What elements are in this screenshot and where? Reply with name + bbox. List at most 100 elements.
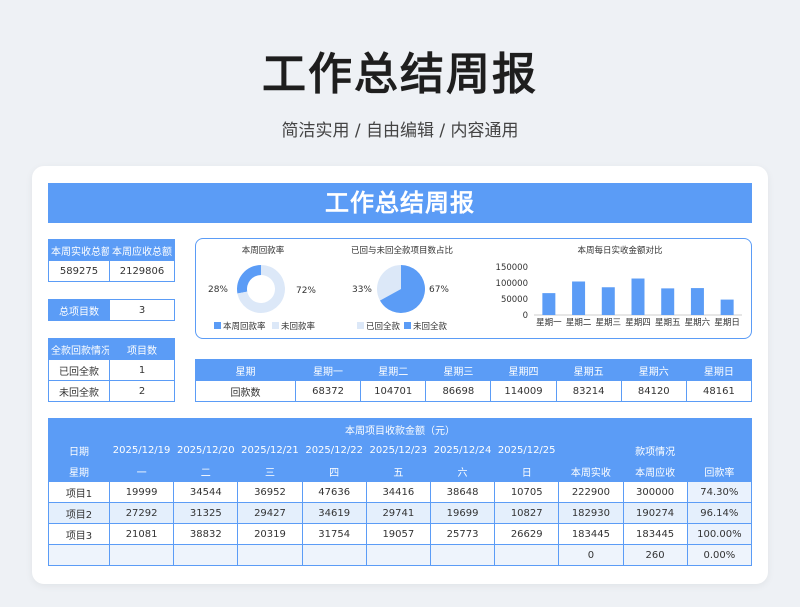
bar [720,299,734,315]
legend-label: 已回全款 [366,321,401,332]
detail-weekday: 六 [429,460,496,482]
project-cell[interactable]: 29741 [365,502,431,524]
full-payment-row-label: 已回全款 [48,359,110,381]
project-rate[interactable]: 100.00% [686,523,753,545]
detail-title: 本周项目收款金额（元） [48,418,752,440]
project-due[interactable]: 300000 [622,481,688,503]
project-count-table: 总项目数 3 [48,299,175,321]
weekly-value[interactable]: 114009 [490,380,557,402]
project-cell[interactable] [365,544,431,566]
project-cell[interactable]: 19699 [429,502,496,524]
weekly-value[interactable]: 84120 [620,380,687,402]
project-cell[interactable] [108,544,175,566]
bar-chart: 0 50000 100000 150000 星期一 星期二 星期三 星期四 星期五 星期六 星期日 [496,263,742,328]
project-actual[interactable]: 182930 [558,502,624,524]
x-tick-label: 星期五 [655,318,681,328]
weekly-row-label: 回款数 [195,380,296,402]
project-cell[interactable]: 19057 [365,523,431,545]
weekly-value[interactable]: 104701 [360,380,427,402]
hero-title: 工作总结周报 [262,49,538,100]
table-row: 项目2 27292 31325 29427 34619 29741 19699 … [48,502,753,524]
detail-date: 2025/12/19 [108,439,175,461]
project-cell[interactable]: 10827 [494,502,560,524]
x-tick-label: 星期六 [685,317,711,328]
project-cell[interactable]: 31325 [173,502,239,524]
full-payment-row-count[interactable]: 2 [109,380,175,402]
full-payment-row-label: 未回全款 [48,380,110,402]
detail-weekday: 二 [173,460,239,482]
table-row: 0 260 0.00% [48,544,753,566]
bar [572,281,586,315]
project-cell[interactable]: 20319 [237,523,303,545]
weekly-value[interactable]: 86698 [425,380,492,402]
weekly-day-header: 星期一 [294,359,362,381]
detail-col-rate: 回款率 [686,460,753,482]
totals-table: 本周实收总额 本周应收总额 589275 2129806 [48,239,175,282]
legend-label: 本周回款率 [223,321,266,332]
bar [601,287,615,315]
project-rate[interactable]: 96.14% [686,502,753,524]
x-tick-label: 星期二 [566,318,592,328]
project-cell[interactable]: 21081 [108,523,175,545]
project-actual[interactable]: 183445 [558,523,624,545]
project-cell[interactable]: 31754 [301,523,367,545]
x-tick-label: 星期一 [536,318,562,328]
project-cell[interactable]: 34619 [301,502,367,524]
project-cell[interactable] [301,544,367,566]
donut-rate-right-label: 72% [296,286,316,296]
project-cell[interactable]: 34544 [173,481,239,503]
project-cell[interactable]: 38832 [173,523,239,545]
project-due[interactable]: 260 [622,544,688,566]
project-cell[interactable]: 34416 [365,481,431,503]
detail-weekday: 一 [108,460,175,482]
charts-panel: 本周回款率 28% 72% 本周回款率 未回款率 已回与未回全款项目数占比 33… [195,238,752,339]
weekly-table: 星期 星期一 星期二 星期三 星期四 星期五 星期六 星期日 回款数 68372… [195,359,753,402]
bar-chart-title: 本周每日实收金额对比 [577,245,662,256]
project-actual[interactable]: 222900 [558,481,624,503]
project-cell[interactable] [173,544,239,566]
detail-weekday: 五 [365,460,431,482]
pie-projects-left-label: 33% [352,285,372,295]
legend-swatch [404,322,411,329]
due-total-value[interactable]: 2129806 [109,260,175,282]
detail-weekday-label: 星期 [48,460,110,482]
full-payment-table: 全款回款情况 项目数 已回全款 1 未回全款 2 [48,338,175,402]
project-cell[interactable]: 47636 [301,481,367,503]
project-cell[interactable]: 26629 [494,523,560,545]
weekly-value[interactable]: 68372 [294,380,362,402]
project-cell[interactable]: 19999 [108,481,175,503]
bar [631,278,645,315]
project-cell[interactable] [429,544,496,566]
project-count-label: 总项目数 [48,299,110,321]
project-actual[interactable]: 0 [558,544,624,566]
full-payment-count-header: 项目数 [109,338,175,360]
project-rate[interactable]: 0.00% [686,544,753,566]
project-due[interactable]: 190274 [622,502,688,524]
project-detail-table: 本周项目收款金额（元） 日期 2025/12/19 2025/12/20 202… [48,418,753,566]
legend-swatch [214,322,221,329]
due-total-label: 本周应收总额 [109,239,175,261]
detail-date: 2025/12/20 [173,439,239,461]
actual-total-value[interactable]: 589275 [48,260,110,282]
project-cell[interactable]: 38648 [429,481,496,503]
donut-rate-slice-received [237,265,261,294]
project-cell[interactable]: 10705 [494,481,560,503]
weekly-value[interactable]: 83214 [555,380,622,402]
project-count-value[interactable]: 3 [109,299,175,321]
project-cell[interactable] [237,544,303,566]
project-rate[interactable]: 74.30% [686,481,753,503]
y-tick-label: 100000 [496,279,528,289]
y-tick-label: 50000 [501,295,528,305]
detail-date: 2025/12/21 [237,439,303,461]
project-cell[interactable]: 25773 [429,523,496,545]
project-cell[interactable]: 27292 [108,502,175,524]
detail-weekday: 三 [237,460,303,482]
project-due[interactable]: 183445 [622,523,688,545]
project-cell[interactable]: 29427 [237,502,303,524]
legend-label: 未回款率 [281,321,316,332]
project-cell[interactable] [494,544,560,566]
weekly-value[interactable]: 48161 [685,380,753,402]
project-cell[interactable]: 36952 [237,481,303,503]
bar [542,293,556,315]
full-payment-row-count[interactable]: 1 [109,359,175,381]
